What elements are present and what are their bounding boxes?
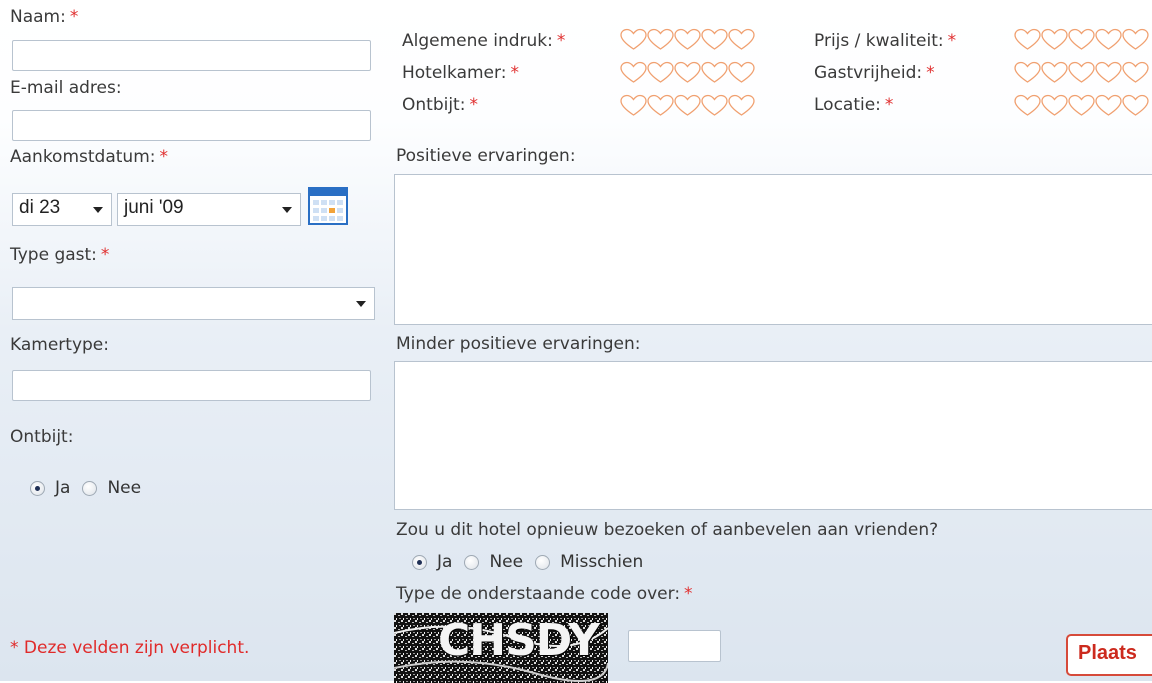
aanbevelen-question: Zou u dit hotel opnieuw bezoeken of aanb…: [396, 520, 939, 540]
heart-icon[interactable]: [674, 94, 701, 118]
minder-positieve-ervaringen-textarea[interactable]: [394, 361, 1152, 510]
captcha-code: CHSDY: [438, 615, 600, 666]
naam-input[interactable]: [12, 40, 371, 71]
heart-icon[interactable]: [1068, 94, 1095, 118]
heart-icon[interactable]: [728, 61, 755, 85]
kamertype-label: Kamertype:: [10, 335, 109, 355]
rating-label-prijs-kwaliteit: Prijs / kwaliteit: *: [814, 31, 957, 51]
rating-label-locatie: Locatie: *: [814, 95, 894, 115]
ontbijt-ja-radio[interactable]: [30, 480, 45, 496]
email-input[interactable]: [12, 110, 371, 141]
positief-label: Positieve ervaringen:: [396, 146, 576, 166]
required-note: * Deze velden zijn verplicht.: [10, 638, 250, 658]
aanbevelen-ja-radio[interactable]: [412, 554, 427, 570]
heart-icon[interactable]: [674, 61, 701, 85]
heart-icon[interactable]: [1041, 28, 1068, 52]
heart-icon[interactable]: [728, 28, 755, 52]
heart-icon[interactable]: [1068, 61, 1095, 85]
typegast-label: Type gast: *: [10, 245, 110, 265]
chevron-down-icon: [282, 207, 292, 213]
naam-label: Naam: *: [10, 7, 79, 27]
heart-icon[interactable]: [1122, 94, 1149, 118]
heart-icon[interactable]: [1014, 94, 1041, 118]
rating-hearts-locatie[interactable]: [1014, 94, 1149, 118]
heart-icon[interactable]: [647, 94, 674, 118]
heart-icon[interactable]: [1014, 28, 1041, 52]
rating-hearts-prijs-kwaliteit[interactable]: [1014, 28, 1149, 52]
minder-positief-label: Minder positieve ervaringen:: [396, 334, 641, 354]
rating-hearts-gastvrijheid[interactable]: [1014, 61, 1149, 85]
heart-icon[interactable]: [1122, 61, 1149, 85]
rating-label-algemene-indruk: Algemene indruk: *: [402, 31, 566, 51]
captcha-label: Type de onderstaande code over: *: [396, 584, 693, 604]
heart-icon[interactable]: [647, 61, 674, 85]
ontbijt-radio-group: Ja Nee: [30, 478, 153, 498]
heart-icon[interactable]: [1122, 28, 1149, 52]
captcha-input[interactable]: [628, 630, 721, 662]
heart-icon[interactable]: [620, 61, 647, 85]
aanbevelen-nee-radio[interactable]: [464, 554, 480, 570]
chevron-down-icon: [356, 301, 366, 307]
rating-label-gastvrijheid: Gastvrijheid: *: [814, 63, 935, 83]
heart-icon[interactable]: [701, 61, 728, 85]
heart-icon[interactable]: [620, 28, 647, 52]
positieve-ervaringen-textarea[interactable]: [394, 174, 1152, 325]
heart-icon[interactable]: [647, 28, 674, 52]
heart-icon[interactable]: [1041, 61, 1068, 85]
captcha-image: CHSDY: [394, 613, 608, 683]
month-select[interactable]: juni '09: [117, 193, 301, 226]
typegast-select[interactable]: [12, 287, 375, 320]
heart-icon[interactable]: [701, 94, 728, 118]
heart-icon[interactable]: [1095, 28, 1122, 52]
email-label: E-mail adres:: [10, 78, 122, 98]
chevron-down-icon: [93, 207, 103, 213]
rating-label-hotelkamer: Hotelkamer: *: [402, 63, 519, 83]
ontbijt-nee-radio[interactable]: [82, 480, 98, 496]
plaats-button[interactable]: Plaats: [1066, 634, 1152, 676]
heart-icon[interactable]: [1041, 94, 1068, 118]
heart-icon[interactable]: [620, 94, 647, 118]
calendar-icon[interactable]: [308, 187, 348, 225]
rating-hearts-hotelkamer[interactable]: [620, 61, 755, 85]
heart-icon[interactable]: [1014, 61, 1041, 85]
day-select[interactable]: di 23: [12, 193, 112, 226]
aankomstdatum-label: Aankomstdatum: *: [10, 147, 168, 167]
heart-icon[interactable]: [1068, 28, 1095, 52]
aanbevelen-misschien-radio[interactable]: [535, 554, 551, 570]
aanbevelen-radio-group: Ja Nee Misschien: [412, 552, 655, 572]
rating-hearts-ontbijt[interactable]: [620, 94, 755, 118]
heart-icon[interactable]: [728, 94, 755, 118]
heart-icon[interactable]: [701, 28, 728, 52]
ontbijt-label: Ontbijt:: [10, 427, 74, 447]
heart-icon[interactable]: [674, 28, 701, 52]
rating-hearts-algemene-indruk[interactable]: [620, 28, 755, 52]
heart-icon[interactable]: [1095, 94, 1122, 118]
kamertype-input[interactable]: [12, 370, 371, 401]
heart-icon[interactable]: [1095, 61, 1122, 85]
rating-label-ontbijt: Ontbijt: *: [402, 95, 478, 115]
